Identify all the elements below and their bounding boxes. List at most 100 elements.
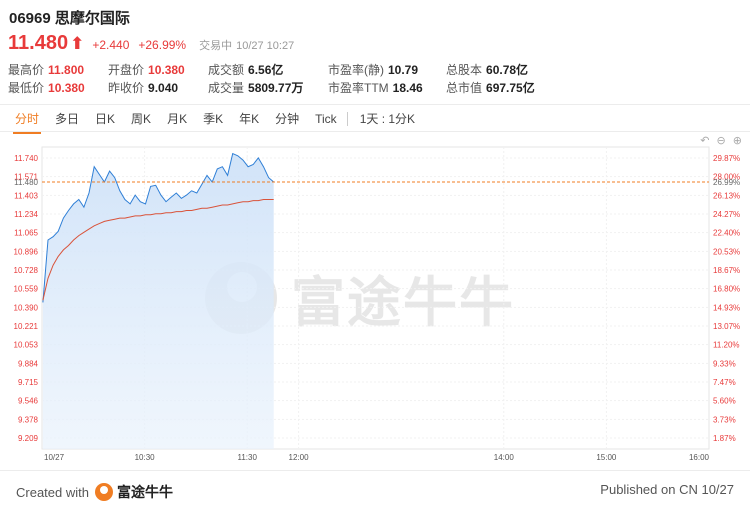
created-with: Created with 富途牛牛 xyxy=(16,482,173,502)
stock-code: 06969 xyxy=(9,10,51,27)
y-tick-pct-label: 29.87% xyxy=(713,154,740,163)
y-tick-label: 10.053 xyxy=(14,341,39,350)
y-tick-pct-label: 24.27% xyxy=(713,210,740,219)
current-price-label: 11.480 xyxy=(14,178,38,187)
stat-value: 10.380 xyxy=(148,63,185,77)
x-tick-label: 12:00 xyxy=(289,453,310,462)
x-tick-label: 10/27 xyxy=(44,453,65,462)
created-prefix: Created with xyxy=(16,484,89,500)
stat-item: 昨收价 9.040 xyxy=(108,79,178,96)
published-info: Published on CN 10/27 xyxy=(600,482,734,497)
y-tick-pct-label: 3.73% xyxy=(713,415,736,424)
x-tick-label: 10:30 xyxy=(135,453,156,462)
stat-label: 总股本 xyxy=(446,63,483,77)
stat-value: 6.56亿 xyxy=(248,63,284,77)
y-tick-pct-label: 13.07% xyxy=(713,322,740,331)
divider xyxy=(0,131,750,132)
y-tick-label: 9.884 xyxy=(18,359,39,368)
stat-item: 总市值 697.75亿 xyxy=(446,79,535,96)
y-tick-label: 9.378 xyxy=(18,415,39,424)
y-tick-label: 10.221 xyxy=(14,322,39,331)
y-tick-pct-label: 7.47% xyxy=(713,378,736,387)
y-tick-pct-label: 20.53% xyxy=(713,247,740,256)
stat-value: 18.46 xyxy=(392,81,423,95)
y-tick-pct-label: 5.60% xyxy=(713,397,736,406)
tab-2[interactable]: 日K xyxy=(87,110,123,127)
stat-value: 9.040 xyxy=(148,81,179,95)
price-area xyxy=(42,153,274,449)
arrow-up-icon: ⬆ xyxy=(70,34,85,53)
stock-title: 06969 思摩尔国际 xyxy=(9,7,130,28)
stat-item: 市盈率(静) 10.79 xyxy=(328,61,418,78)
stat-item: 开盘价 10.380 xyxy=(108,61,185,78)
stat-item: 最低价 10.380 xyxy=(8,79,85,96)
footer: Created with 富途牛牛 Published on CN 10/27 xyxy=(0,470,750,508)
stat-label: 开盘价 xyxy=(108,63,145,77)
tab-5[interactable]: 季K xyxy=(195,110,231,127)
y-tick-pct-label: 18.67% xyxy=(713,266,740,275)
stat-label: 总市值 xyxy=(446,81,483,95)
stat-item: 总股本 60.78亿 xyxy=(446,61,528,78)
brand[interactable]: 富途牛牛 xyxy=(94,482,173,502)
stat-label: 成交额 xyxy=(208,63,245,77)
y-tick-label: 9.546 xyxy=(18,397,39,406)
y-tick-label: 11.740 xyxy=(14,154,38,163)
tab-4[interactable]: 月K xyxy=(159,110,195,127)
futu-logo-icon xyxy=(94,483,113,501)
tab-7[interactable]: 分钟 xyxy=(267,110,307,127)
y-tick-label: 9.715 xyxy=(18,378,39,387)
y-tick-pct-label: 14.93% xyxy=(713,303,740,312)
y-tick-label: 10.390 xyxy=(14,303,39,312)
x-tick-label: 16:00 xyxy=(689,453,710,462)
intraday-chart[interactable]: 11.740 29.87%11.571 28.00%11.403 26.13%11.2… xyxy=(0,141,750,466)
y-tick-label: 11.403 xyxy=(14,191,38,200)
y-tick-pct-label: 9.33% xyxy=(713,359,736,368)
stat-value: 5809.77万 xyxy=(248,81,304,95)
stat-label: 最高价 xyxy=(8,63,45,77)
quote-datetime: 10/27 10:27 xyxy=(236,40,295,52)
tab-6[interactable]: 年K xyxy=(231,110,267,127)
y-tick-pct-label: 22.40% xyxy=(713,229,740,238)
stat-label: 最低价 xyxy=(8,81,45,95)
stat-value: 10.380 xyxy=(48,81,85,95)
divider xyxy=(0,104,750,105)
stat-label: 市盈率(静) xyxy=(328,63,384,77)
trade-status-text: 交易中 xyxy=(199,40,233,52)
tab-interval-selector[interactable]: 1天 : 1分K xyxy=(352,110,423,127)
y-tick-label: 10.559 xyxy=(14,285,39,294)
brand-name: 富途牛牛 xyxy=(116,484,173,500)
tab-0[interactable]: 分时 xyxy=(7,110,47,134)
stock-name: 思摩尔国际 xyxy=(54,10,130,27)
trade-status: 交易中 10/27 10:27 xyxy=(199,37,294,53)
x-tick-label: 11:30 xyxy=(238,453,258,462)
tab-separator xyxy=(346,111,348,126)
tab-3[interactable]: 周K xyxy=(123,110,159,127)
period-tabs: 分时 多日 日K 周K 月K 季K 年K 分钟 Tick 1天 : 1分K xyxy=(7,110,423,134)
y-tick-label: 9.209 xyxy=(18,434,39,443)
y-tick-pct-label: 1.87% xyxy=(713,434,736,443)
stat-item: 市盈率TTM 18.46 xyxy=(328,79,423,96)
price-bar: 11.480 ⬆ +2.440 +26.99% 交易中 10/27 10:27 xyxy=(8,32,294,55)
current-pct-label: 26.99% xyxy=(713,178,740,187)
price-change: +2.440 xyxy=(92,38,130,52)
x-tick-label: 15:00 xyxy=(596,453,617,462)
y-tick-label: 10.728 xyxy=(14,266,39,275)
stat-label: 市盈率TTM xyxy=(328,81,389,95)
y-tick-pct-label: 11.20% xyxy=(713,341,740,350)
stats-panel: 最高价 11.800 开盘价 10.380 成交额 6.56亿 市盈率(静) 10.79 总股本… xyxy=(8,61,748,97)
current-price: 11.480 xyxy=(8,32,69,54)
tab-1[interactable]: 多日 xyxy=(47,110,87,127)
stat-item: 成交量 5809.77万 xyxy=(208,79,303,96)
y-tick-pct-label: 16.80% xyxy=(713,285,740,294)
y-tick-pct-label: 26.13% xyxy=(713,191,740,200)
stat-value: 60.78亿 xyxy=(486,63,529,77)
tab-8[interactable]: Tick xyxy=(307,112,345,126)
y-tick-label: 11.234 xyxy=(14,210,38,219)
stat-value: 697.75亿 xyxy=(486,81,535,95)
price-change-pct: +26.99% xyxy=(138,38,187,52)
stat-label: 成交量 xyxy=(208,81,245,95)
stat-value: 11.800 xyxy=(48,63,85,77)
x-tick-label: 14:00 xyxy=(494,453,515,462)
stat-value: 10.79 xyxy=(388,63,419,77)
y-tick-label: 11.065 xyxy=(14,229,38,238)
